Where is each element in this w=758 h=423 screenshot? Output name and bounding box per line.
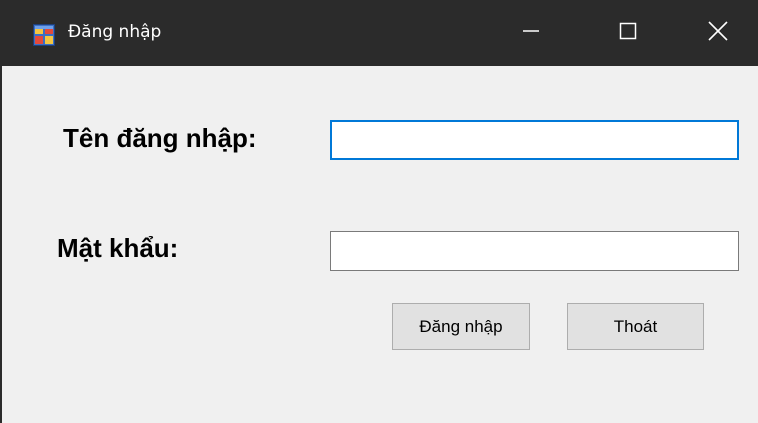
maximize-icon xyxy=(618,21,638,46)
password-label: Mật khẩu: xyxy=(57,233,179,263)
minimize-button[interactable] xyxy=(485,0,577,66)
close-button[interactable] xyxy=(672,0,758,66)
form-body: Tên đăng nhập: Mật khẩu: Đăng nhập Thoát xyxy=(2,66,758,423)
login-window: Đăng nhập Tên đăng nhập: Mật khẩu: Đăng … xyxy=(0,0,758,423)
username-label: Tên đăng nhập: xyxy=(63,123,257,153)
minimize-icon xyxy=(521,21,541,46)
close-icon xyxy=(707,20,729,47)
password-input[interactable] xyxy=(330,231,739,271)
maximize-button[interactable] xyxy=(582,0,674,66)
username-input[interactable] xyxy=(330,120,739,160)
app-icon xyxy=(33,24,55,46)
login-button[interactable]: Đăng nhập xyxy=(392,303,530,350)
title-bar[interactable]: Đăng nhập xyxy=(2,0,758,66)
window-title: Đăng nhập xyxy=(68,22,162,42)
exit-button[interactable]: Thoát xyxy=(567,303,704,350)
